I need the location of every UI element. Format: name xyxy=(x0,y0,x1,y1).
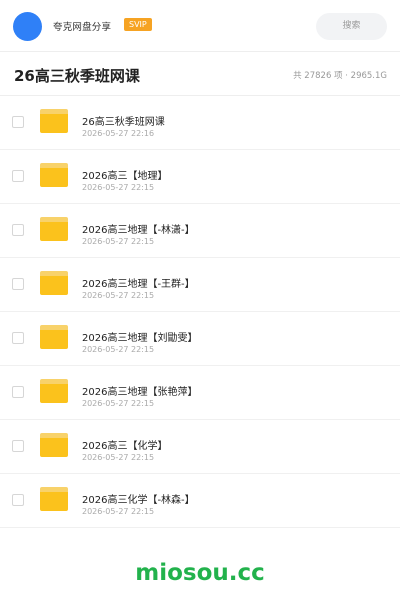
list-item[interactable]: 26高三秋季班网课 2026-05-27 22:16 xyxy=(0,96,400,150)
folder-icon xyxy=(40,217,68,241)
folder-stats: 共 27826 项 · 2965.1G xyxy=(293,71,387,81)
file-list: 26高三秋季班网课 2026-05-27 22:16 2026高三【地理】 20… xyxy=(0,96,400,528)
select-checkbox[interactable] xyxy=(12,440,24,452)
list-item[interactable]: 2026高三【化学】 2026-05-27 22:15 xyxy=(0,420,400,474)
folder-icon xyxy=(40,109,68,133)
select-checkbox[interactable] xyxy=(12,386,24,398)
folder-icon xyxy=(40,433,68,457)
item-name: 2026高三地理【-林潇-】 xyxy=(82,225,195,236)
select-checkbox[interactable] xyxy=(12,278,24,290)
top-bar: 夸克网盘分享 SVIP 搜索 xyxy=(0,0,400,52)
select-checkbox[interactable] xyxy=(12,170,24,182)
folder-icon xyxy=(40,379,68,403)
item-name: 2026高三【地理】 xyxy=(82,171,168,182)
select-checkbox[interactable] xyxy=(12,224,24,236)
item-name: 2026高三【化学】 xyxy=(82,441,168,452)
item-name: 2026高三地理【张艳萍】 xyxy=(82,387,198,398)
watermark: miosou.cc xyxy=(135,560,265,586)
item-name: 2026高三化学【-林森-】 xyxy=(82,495,195,506)
page-title: 26高三秋季班网课 xyxy=(14,67,140,85)
item-date: 2026-05-27 22:15 xyxy=(82,345,155,354)
list-item[interactable]: 2026高三地理【-林潇-】 2026-05-27 22:15 xyxy=(0,204,400,258)
folder-icon xyxy=(40,487,68,511)
item-date: 2026-05-27 22:15 xyxy=(82,453,155,462)
select-checkbox[interactable] xyxy=(12,494,24,506)
item-date: 2026-05-27 22:15 xyxy=(82,183,155,192)
folder-icon xyxy=(40,325,68,349)
list-item[interactable]: 2026高三地理【-王群-】 2026-05-27 22:15 xyxy=(0,258,400,312)
item-name: 2026高三地理【刘勖雯】 xyxy=(82,333,198,344)
username: 夸克网盘分享 xyxy=(53,22,112,33)
item-date: 2026-05-27 22:15 xyxy=(82,237,155,246)
select-checkbox[interactable] xyxy=(12,332,24,344)
folder-icon xyxy=(40,163,68,187)
item-name: 26高三秋季班网课 xyxy=(82,117,165,128)
search-input[interactable]: 搜索 xyxy=(316,13,387,40)
select-checkbox[interactable] xyxy=(12,116,24,128)
item-name: 2026高三地理【-王群-】 xyxy=(82,279,195,290)
folder-icon xyxy=(40,271,68,295)
item-date: 2026-05-27 22:16 xyxy=(82,129,155,138)
list-item[interactable]: 2026高三地理【张艳萍】 2026-05-27 22:15 xyxy=(0,366,400,420)
folder-header: 26高三秋季班网课 共 27826 项 · 2965.1G xyxy=(0,52,400,96)
svip-badge: SVIP xyxy=(124,18,152,31)
item-date: 2026-05-27 22:15 xyxy=(82,399,155,408)
avatar[interactable] xyxy=(13,12,42,41)
list-item[interactable]: 2026高三【地理】 2026-05-27 22:15 xyxy=(0,150,400,204)
item-date: 2026-05-27 22:15 xyxy=(82,291,155,300)
list-item[interactable]: 2026高三地理【刘勖雯】 2026-05-27 22:15 xyxy=(0,312,400,366)
list-item[interactable]: 2026高三化学【-林森-】 2026-05-27 22:15 xyxy=(0,474,400,528)
item-date: 2026-05-27 22:15 xyxy=(82,507,155,516)
